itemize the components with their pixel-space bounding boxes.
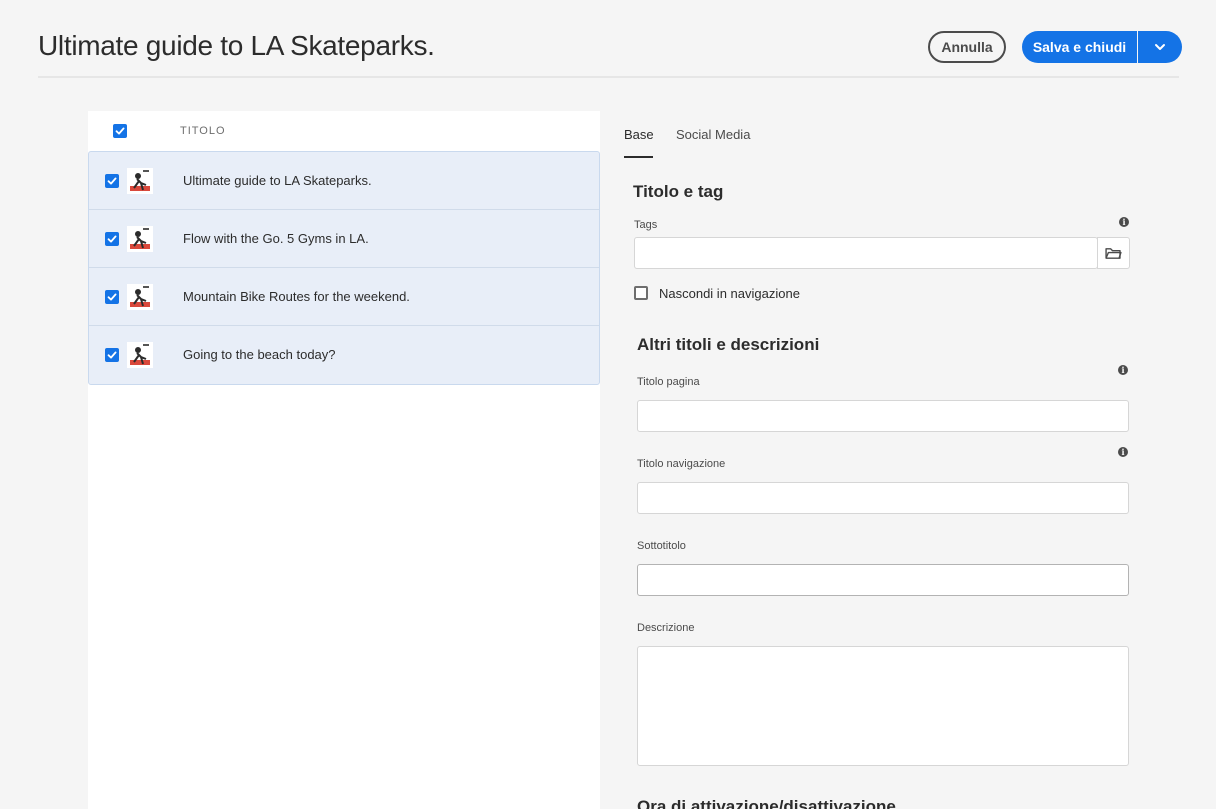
page-thumbnail <box>127 226 153 252</box>
list-item[interactable]: Flow with the Go. 5 Gyms in LA. <box>89 210 599 268</box>
row-checkbox[interactable] <box>105 232 119 246</box>
section-title-activation: Ora di attivazione/disattivazione <box>637 797 896 809</box>
row-checkbox[interactable] <box>105 174 119 188</box>
info-icon[interactable]: i <box>1118 447 1128 457</box>
select-all-checkbox[interactable] <box>113 124 127 138</box>
tab-base[interactable]: Base <box>624 127 654 142</box>
checkmark-icon <box>115 127 125 135</box>
tab-social-media[interactable]: Social Media <box>676 127 750 142</box>
info-icon[interactable]: i <box>1118 365 1128 375</box>
subtitle-label: Sottotitolo <box>637 540 686 552</box>
info-icon[interactable]: i <box>1119 217 1129 227</box>
list-item-title: Ultimate guide to LA Skateparks. <box>183 173 372 188</box>
page-thumbnail <box>127 342 153 368</box>
section-title-tags: Titolo e tag <box>633 182 724 201</box>
cancel-button[interactable]: Annulla <box>928 31 1006 63</box>
list-rows: Ultimate guide to LA Skateparks. Flow wi… <box>88 151 600 385</box>
list-item[interactable]: Going to the beach today? <box>89 326 599 384</box>
list-item-title: Flow with the Go. 5 Gyms in LA. <box>183 231 369 246</box>
list-item-title: Going to the beach today? <box>183 347 336 362</box>
tags-input[interactable] <box>634 237 1098 269</box>
page-title: Ultimate guide to LA Skateparks. <box>38 30 435 61</box>
folder-icon <box>1105 247 1122 259</box>
hide-in-navigation-label: Nascondi in navigazione <box>659 286 800 301</box>
page-thumbnail <box>127 284 153 310</box>
page-title-input[interactable] <box>637 400 1129 432</box>
checkmark-icon <box>107 177 117 185</box>
navigation-title-label: Titolo navigazione <box>637 458 726 470</box>
active-tab-indicator <box>624 156 653 158</box>
row-checkbox[interactable] <box>105 290 119 304</box>
hide-in-navigation-checkbox[interactable] <box>634 286 648 300</box>
checkmark-icon <box>107 293 117 301</box>
list-item[interactable]: Mountain Bike Routes for the weekend. <box>89 268 599 326</box>
description-textarea[interactable] <box>637 646 1129 766</box>
column-header-title: TITOLO <box>180 125 226 137</box>
checkmark-icon <box>107 351 117 359</box>
page-title-label: Titolo pagina <box>637 376 700 388</box>
list-item-title: Mountain Bike Routes for the weekend. <box>183 289 410 304</box>
list-item[interactable]: Ultimate guide to LA Skateparks. <box>89 152 599 210</box>
tab-bar: Base Social Media <box>624 111 1184 159</box>
subtitle-input[interactable] <box>637 564 1129 596</box>
description-label: Descrizione <box>637 622 695 634</box>
chevron-down-icon <box>1155 44 1165 50</box>
page-header: Ultimate guide to LA Skateparks. Annulla… <box>38 0 1182 78</box>
list-header: TITOLO <box>88 111 600 151</box>
save-options-dropdown-button[interactable] <box>1138 31 1182 63</box>
selected-pages-list: TITOLO Ultimate guide to LA Skateparks. … <box>88 111 600 809</box>
navigation-title-input[interactable] <box>637 482 1129 514</box>
save-and-close-button[interactable]: Salva e chiudi <box>1022 31 1137 63</box>
page-thumbnail <box>127 168 153 194</box>
browse-tags-button[interactable] <box>1097 237 1130 269</box>
section-title-other-titles: Altri titoli e descrizioni <box>637 335 820 354</box>
checkmark-icon <box>107 235 117 243</box>
row-checkbox[interactable] <box>105 348 119 362</box>
tags-label: Tags <box>634 219 658 231</box>
properties-form: Base Social Media Titolo e tag Tags i Na… <box>600 111 1216 809</box>
